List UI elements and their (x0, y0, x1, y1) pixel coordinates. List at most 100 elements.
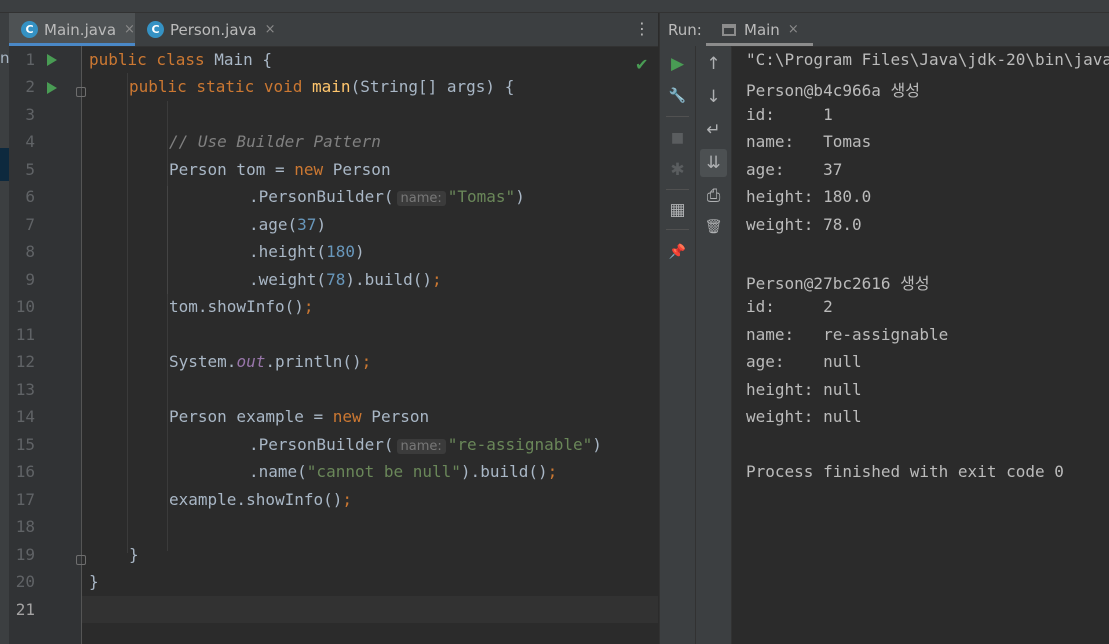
code-line-1: public class Main { (89, 50, 273, 69)
java-class-icon: C (147, 21, 164, 38)
line-number: 6 (25, 187, 35, 206)
up-icon[interactable]: ↑ (696, 50, 731, 78)
line-number: 13 (15, 380, 35, 399)
bug-icon[interactable]: ✱ (660, 156, 695, 184)
code-line-14: Person example = new Person (169, 407, 430, 426)
layout-icon[interactable]: ▦ (660, 196, 695, 224)
tab-person-java[interactable]: C Person.java × (147, 13, 277, 46)
console-line: age: null (746, 352, 862, 371)
indent-guide (167, 101, 168, 551)
editor-tab-bar: C Main.java × C Person.java × ⋮ (9, 13, 658, 47)
console-line: id: 1 (746, 105, 833, 124)
line-number: 15 (15, 435, 35, 454)
line-number: 1 (25, 50, 35, 69)
code-line-9: .weight(78).build(); (249, 270, 442, 289)
toolbar-separator (666, 116, 689, 117)
line-number: 19 (15, 545, 35, 564)
console-line: Person@b4c966a 생성 (746, 81, 920, 100)
line-number: 20 (15, 572, 35, 591)
console-line: id: 2 (746, 297, 833, 316)
run-label: Run: (668, 21, 702, 39)
close-icon[interactable]: × (265, 22, 276, 37)
code-line-12: System.out.println(); (169, 352, 372, 371)
code-line-19: } (129, 545, 139, 564)
line-number: 11 (15, 325, 35, 344)
line-number: 10 (15, 297, 35, 316)
code-line-16: .name("cannot be null").build(); (249, 462, 558, 481)
window-top-strip (0, 0, 1109, 13)
close-icon[interactable]: × (788, 22, 799, 37)
console-line: "C:\Program Files\Java\jdk-20\bin\java.e… (746, 50, 1109, 69)
current-line-highlight (82, 596, 658, 623)
print-icon[interactable]: ⎙ (696, 182, 731, 210)
line-number: 7 (25, 215, 35, 234)
line-number: 2 (25, 77, 35, 96)
code-line-20: } (89, 572, 99, 591)
line-number: 8 (25, 242, 35, 261)
line-number: 16 (15, 462, 35, 481)
pin-icon[interactable]: 📌 (660, 238, 695, 266)
run-gutter-icon[interactable] (47, 82, 57, 94)
line-number: 12 (15, 352, 35, 371)
console-line: name: re-assignable (746, 325, 949, 344)
console-line: age: 37 (746, 160, 843, 179)
run-header: Run: Main × (660, 13, 1109, 47)
trash-icon[interactable]: 🗑 (696, 213, 731, 241)
console-line: weight: null (746, 407, 862, 426)
console-line: height: null (746, 380, 862, 399)
code-line-6: .PersonBuilder(name: "Tomas") (249, 187, 525, 206)
parameter-hint: name: (396, 439, 446, 454)
down-icon[interactable]: ↓ (696, 83, 731, 111)
tab-label: Main.java (44, 20, 117, 39)
scroll-end-icon[interactable]: ⇊ (700, 149, 727, 177)
line-number: 14 (15, 407, 35, 426)
run-tool-window: Run: Main × ▶ 🔧 ■ ✱ ▦ 📌 ↑ ↓ ↵ ⇊ ⎙ 🗑 "C:\… (659, 13, 1109, 644)
run-icon[interactable]: ▶ (660, 50, 695, 78)
line-number: 17 (15, 490, 35, 509)
console-line: weight: 78.0 (746, 215, 862, 234)
console-icon (722, 23, 736, 36)
code-line-2: public static void main(String[] args) { (129, 77, 515, 96)
toolbar-separator (666, 229, 689, 230)
parameter-hint: name: (396, 191, 446, 206)
toolbar-separator (666, 189, 689, 190)
console-line: name: Tomas (746, 132, 872, 151)
code-line-8: .height(180) (249, 242, 365, 261)
run-gutter-icon[interactable] (47, 54, 57, 66)
project-panel-edge: n (0, 13, 10, 644)
console-line: Process finished with exit code 0 (746, 462, 1064, 481)
code-line-17: example.showInfo(); (169, 490, 353, 509)
line-number: 18 (15, 517, 35, 536)
stop-icon[interactable]: ■ (660, 124, 695, 152)
check-icon[interactable]: ✔ (635, 55, 648, 74)
code-line-5: Person tom = new Person (169, 160, 391, 179)
line-number: 5 (25, 160, 35, 179)
line-number: 3 (25, 105, 35, 124)
code-line-10: tom.showInfo(); (169, 297, 314, 316)
tab-main-java[interactable]: C Main.java × (9, 13, 135, 46)
code-line-7: .age(37) (249, 215, 327, 234)
java-class-icon: C (21, 21, 38, 38)
wrap-icon[interactable]: ↵ (696, 116, 731, 144)
run-toolbar-left: ▶ 🔧 ■ ✱ ▦ 📌 (660, 46, 696, 644)
line-number: 21 (15, 600, 35, 619)
console-output[interactable]: "C:\Program Files\Java\jdk-20\bin\java.e… (746, 46, 1109, 644)
console-line: height: 180.0 (746, 187, 872, 206)
run-toolbar-right: ↑ ↓ ↵ ⇊ ⎙ 🗑 (696, 46, 732, 644)
code-editor: C Main.java × C Person.java × ⋮ 1 2 3 4 … (9, 13, 658, 644)
console-line: Person@27bc2616 생성 (746, 274, 930, 293)
code-line-15: .PersonBuilder(name: "re-assignable") (249, 435, 602, 454)
code-line-4: // Use Builder Pattern (169, 132, 381, 151)
more-icon[interactable]: ⋮ (634, 19, 650, 38)
line-number: 4 (25, 132, 35, 151)
tab-run-main[interactable]: Main × (706, 13, 813, 46)
line-number-gutter: 1 2 3 4 5 6 7 8 9 10 11 12 13 14 15 16 1… (9, 46, 86, 644)
indent-guide (167, 186, 168, 294)
tab-label: Person.java (170, 20, 257, 39)
project-panel-selected-row[interactable] (0, 148, 9, 181)
close-icon[interactable]: × (124, 22, 135, 37)
run-tab-label: Main (744, 20, 780, 39)
code-area[interactable]: public class Main { public static void m… (82, 46, 658, 644)
line-number: 9 (25, 270, 35, 289)
wrench-icon[interactable]: 🔧 (660, 82, 695, 110)
